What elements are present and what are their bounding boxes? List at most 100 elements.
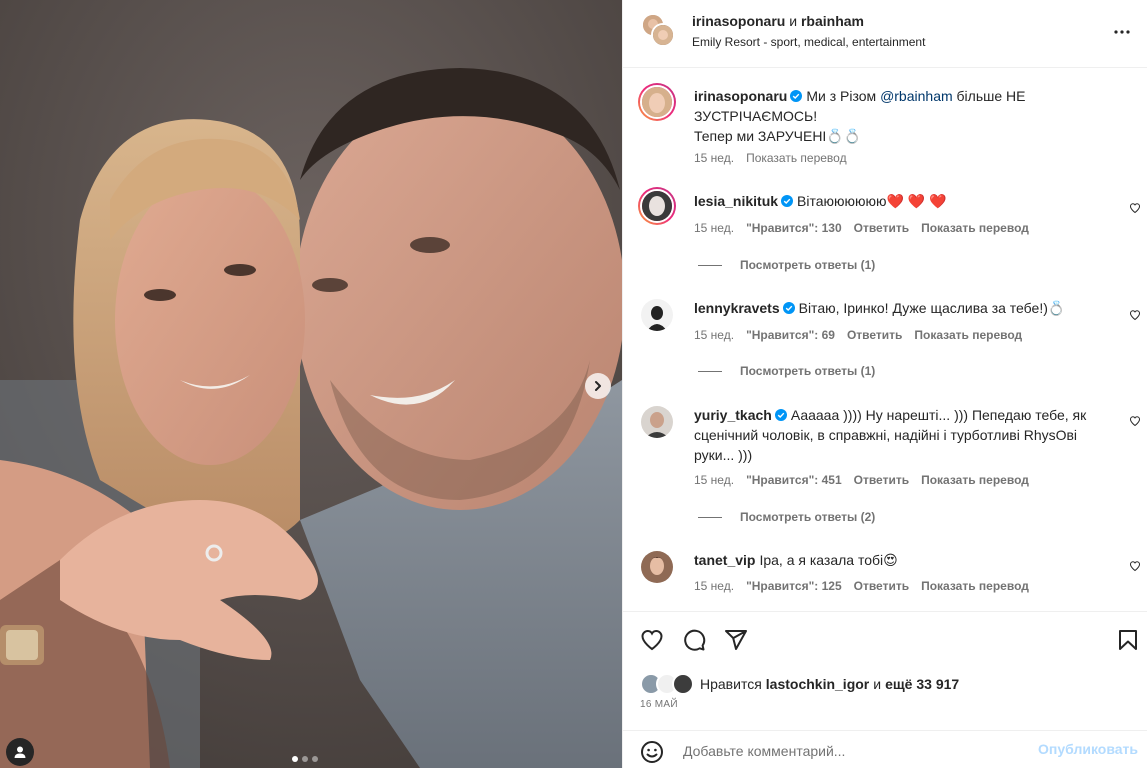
post-photo[interactable] [0, 0, 622, 768]
avatar-image [642, 191, 672, 221]
post-authors: irinasoponaru и rbainham [692, 13, 864, 29]
location-link[interactable]: Emily Resort - sport, medical, entertain… [692, 35, 925, 49]
view-replies-label: Посмотреть ответы (2) [740, 510, 876, 524]
comment-like-heart-icon[interactable] [1129, 202, 1141, 214]
view-replies-button[interactable]: Посмотреть ответы (1) [698, 364, 875, 378]
comment-icon[interactable] [682, 628, 706, 652]
avatar-image [653, 25, 673, 45]
avatar[interactable] [641, 299, 673, 331]
replies-divider [698, 264, 722, 266]
caption-line1-pre: Ми з Різом [806, 88, 881, 104]
share-icon[interactable] [724, 628, 748, 652]
likes-prefix: Нравится [700, 676, 762, 692]
carousel-dot [292, 756, 298, 762]
comment-body: Іра, а я казала тобі😍 [759, 552, 898, 568]
add-comment-form: Опубликовать [623, 730, 1147, 768]
photo-image [0, 0, 622, 768]
likes-count-link[interactable]: ещё 33 917 [885, 676, 959, 692]
comment-likes-count[interactable]: "Нравится": 451 [746, 473, 842, 487]
caption-mention-link[interactable]: @rbainham [880, 88, 953, 104]
comment-body: Вітаюююююю❤️ ❤️ ❤️ [797, 193, 947, 209]
translate-link[interactable]: Показать перевод [914, 328, 1022, 342]
tagged-users-button[interactable] [6, 738, 34, 766]
comment-like-heart-icon[interactable] [1129, 309, 1141, 321]
reply-button[interactable]: Ответить [854, 473, 909, 487]
comment-likes-count[interactable]: "Нравится": 125 [746, 579, 842, 593]
reply-button[interactable]: Ответить [854, 579, 909, 593]
verified-icon [782, 302, 795, 314]
comment-username[interactable]: lennykravets [694, 300, 780, 316]
comment-username[interactable]: yuriy_tkach [694, 407, 772, 423]
heart-icon[interactable] [640, 628, 664, 652]
comment-like-heart-icon[interactable] [1129, 560, 1141, 572]
replies-divider [698, 370, 722, 372]
carousel-indicator [292, 756, 318, 762]
likes-conjunction: и [873, 676, 882, 692]
replies-divider [698, 516, 722, 518]
comment-meta: 15 нед. "Нравится": 130 Ответить Показат… [694, 221, 1029, 235]
view-replies-button[interactable]: Посмотреть ответы (2) [698, 510, 875, 524]
carousel-dot [312, 756, 318, 762]
liker-username-link[interactable]: lastochkin_igor [766, 676, 869, 692]
publish-button[interactable]: Опубликовать [1038, 741, 1138, 757]
post-side-panel: irinasoponaru и rbainham Emily Resort - … [622, 0, 1147, 768]
translate-link[interactable]: Показать перевод [921, 221, 1029, 235]
comment-text: yuriy_tkach Аааааа )))) Ну нарешті... )))… [694, 405, 1104, 465]
caption-username[interactable]: irinasoponaru [694, 88, 787, 104]
post-date[interactable]: 16 МАЙ [640, 699, 678, 710]
verified-icon [781, 195, 794, 207]
comment-meta: 15 нед. "Нравится": 125 Ответить Показат… [694, 579, 1029, 593]
comment-time[interactable]: 15 нед. [694, 579, 734, 593]
reply-button[interactable]: Ответить [854, 221, 909, 235]
translate-link[interactable]: Показать перевод [921, 473, 1029, 487]
author-username-link[interactable]: irinasoponaru [692, 13, 785, 29]
avatar [672, 673, 694, 695]
translate-link[interactable]: Показать перевод [921, 579, 1029, 593]
post-header: irinasoponaru и rbainham Emily Resort - … [623, 0, 1147, 68]
verified-icon [790, 90, 803, 102]
comment-input[interactable] [683, 739, 1023, 763]
comment-text: tanet_vip Іра, а я казала тобі😍 [694, 550, 1104, 570]
comment-text: lennykravets Вітаю, Іринко! Дуже щаслива … [694, 298, 1104, 318]
next-photo-button[interactable] [585, 373, 611, 399]
comment-like-heart-icon[interactable] [1129, 415, 1141, 427]
chevron-right-icon [595, 381, 601, 391]
comment-meta: 15 нед. "Нравится": 451 Ответить Показат… [694, 473, 1029, 487]
caption-text: irinasoponaru Ми з Різом @rbainham більше… [694, 86, 1104, 146]
bookmark-icon[interactable] [1116, 628, 1140, 652]
post-actions: Нравится lastochkin_igor и ещё 33 917 16… [623, 611, 1147, 768]
comment-username[interactable]: lesia_nikituk [694, 193, 778, 209]
avatar[interactable] [638, 83, 676, 121]
avatar[interactable] [641, 551, 673, 583]
comment-username[interactable]: tanet_vip [694, 552, 755, 568]
liker-avatars [640, 673, 696, 695]
comment-meta: 15 нед. "Нравится": 69 Ответить Показать… [694, 328, 1022, 342]
comments-list[interactable]: irinasoponaru Ми з Різом @rbainham більше… [623, 69, 1147, 610]
view-replies-button[interactable]: Посмотреть ответы (1) [698, 258, 875, 272]
avatar-image [641, 406, 673, 438]
avatar[interactable] [651, 23, 675, 47]
caption-time[interactable]: 15 нед. [694, 151, 734, 165]
comment-text: lesia_nikituk Вітаюююююю❤️ ❤️ ❤️ [694, 191, 1104, 211]
coauthor-username-link[interactable]: rbainham [801, 13, 864, 29]
comment-time[interactable]: 15 нед. [694, 221, 734, 235]
comment-time[interactable]: 15 нед. [694, 328, 734, 342]
comment-likes-count[interactable]: "Нравится": 130 [746, 221, 842, 235]
comment-time[interactable]: 15 нед. [694, 473, 734, 487]
likes-summary[interactable]: Нравится lastochkin_igor и ещё 33 917 [640, 673, 959, 695]
avatar-image [641, 299, 673, 331]
avatar-image [642, 87, 672, 117]
reply-button[interactable]: Ответить [847, 328, 902, 342]
user-tag-icon [14, 746, 26, 758]
view-replies-label: Посмотреть ответы (1) [740, 364, 876, 378]
comment-likes-count[interactable]: "Нравится": 69 [746, 328, 835, 342]
avatar-image [641, 551, 673, 583]
instagram-post-modal: irinasoponaru и rbainham Emily Resort - … [0, 0, 1147, 768]
caption-translate-link[interactable]: Показать перевод [746, 151, 847, 165]
emoji-icon[interactable] [640, 740, 664, 764]
carousel-dot [302, 756, 308, 762]
avatar[interactable] [638, 187, 676, 225]
more-options-icon[interactable] [1110, 20, 1134, 44]
caption-meta: 15 нед. Показать перевод [694, 151, 847, 165]
avatar[interactable] [641, 406, 673, 438]
